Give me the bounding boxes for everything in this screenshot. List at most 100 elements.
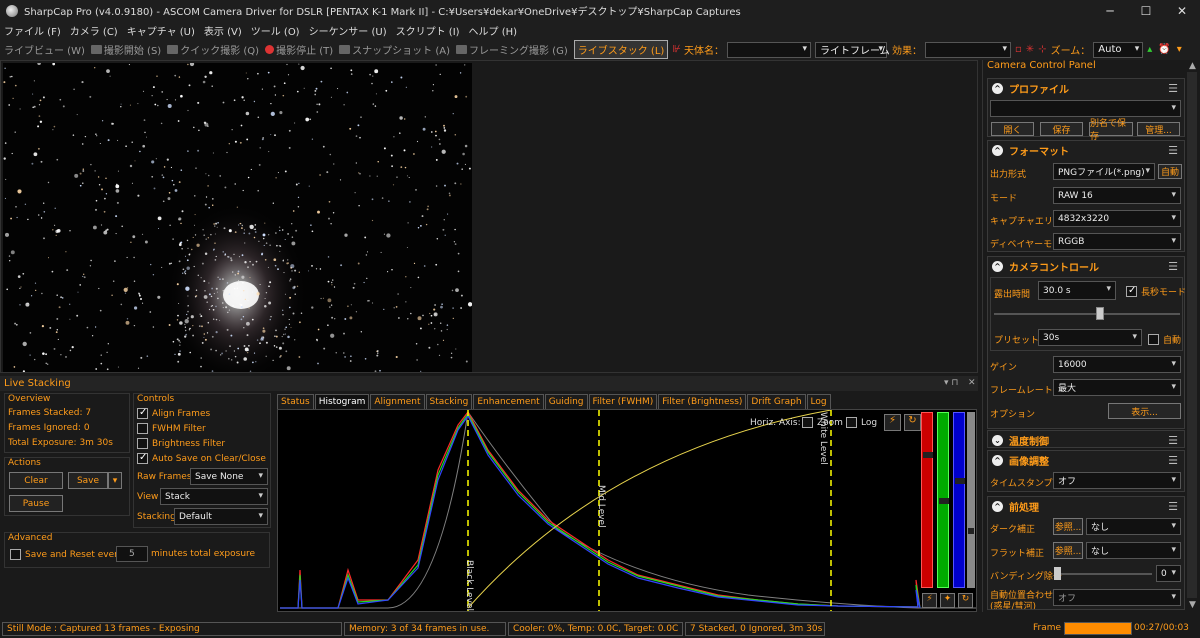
target-select[interactable] [727,41,812,58]
tab-stacking[interactable]: Stacking [425,394,473,409]
luminance-level-bar[interactable] [967,412,975,588]
panel-scrollbar[interactable] [1187,72,1197,598]
debayer-select[interactable]: RGGB [1053,233,1181,250]
profile-manage-button[interactable]: 管理... [1137,122,1180,136]
snapshot-button[interactable]: スナップショット (A) [339,42,450,57]
minutes-spinner[interactable]: 5 [116,546,148,562]
panel-scroll-up-icon[interactable]: ▲ [1189,61,1196,71]
banding-input[interactable]: 0 [1156,565,1181,582]
crosshair-icon[interactable]: ⊹ [1038,44,1046,55]
auto-align-select[interactable]: オフ [1053,589,1181,606]
menu-capture[interactable]: キャプチャ (U) [127,23,195,38]
dark-select[interactable]: なし [1086,518,1181,535]
stacking-select[interactable]: Default [174,508,268,525]
banding-slider-thumb[interactable] [1054,567,1061,580]
menu-camera[interactable]: カメラ (C) [70,23,118,38]
reset-stretch-button[interactable]: ↻ [904,414,921,431]
menu-icon[interactable]: ☰ [1168,260,1178,273]
output-format-select[interactable]: PNGファイル(*.png) [1053,163,1155,180]
histogram-display[interactable]: Horiz. Axis: Zoom Log ⚡ ↻ Black Level Mi… [277,409,977,612]
view-select[interactable]: Stack [160,488,268,505]
exposure-input[interactable]: 30.0 s [1038,281,1116,300]
align-frames-checkbox[interactable]: Align Frames [137,407,210,419]
tab-drift-graph[interactable]: Drift Graph [747,394,806,409]
minimize-button[interactable]: ─ [1092,0,1128,21]
save-dropdown-button[interactable]: ▾ [108,472,122,489]
blue-level-handle[interactable] [955,478,965,484]
reticle-icon[interactable]: ✳ [1026,44,1034,55]
profile-open-button[interactable]: 開く [991,122,1034,136]
tab-log[interactable]: Log [806,394,831,409]
pause-button[interactable]: Pause [9,495,63,512]
profile-header[interactable]: ^ プロファイル ☰ [988,79,1184,97]
quick-capture-button[interactable]: クイック撮影 (Q) [167,42,259,57]
camera-controls-header[interactable]: ^ カメラコントロール ☰ [988,257,1184,275]
save-reset-checkbox[interactable]: Save and Reset every [10,549,123,560]
panel-scroll-down-icon[interactable]: ▼ [1189,600,1196,610]
maximize-button[interactable]: ☐ [1128,0,1164,21]
auto-stretch-button[interactable]: ⚡ [884,414,901,431]
raw-frames-select[interactable]: Save None [190,468,268,485]
long-exposure-checkbox[interactable]: 長秒モード [1126,285,1186,298]
menu-file[interactable]: ファイル (F) [4,23,61,38]
stop-capture-button[interactable]: 撮影停止 (T) [265,42,333,57]
temperature-header[interactable]: ⌄ 温度制御 ☰ [988,431,1184,449]
live-view-button[interactable]: ライブビュー (W) [4,42,85,57]
panel-close-icon[interactable]: ✕ [968,378,976,388]
log-checkbox[interactable]: Log [846,417,877,428]
tab-histogram[interactable]: Histogram [314,394,370,409]
preset-select[interactable]: 30s [1038,329,1142,346]
mode-select[interactable]: RAW 16 [1053,187,1181,204]
flat-browse-button[interactable]: 参照... [1053,542,1083,559]
green-level-handle[interactable] [939,498,949,504]
flat-select[interactable]: なし [1086,542,1181,559]
tab-guiding[interactable]: Guiding [544,394,588,409]
gain-select[interactable]: 16000 [1053,356,1181,373]
menu-icon[interactable]: ☰ [1168,500,1178,513]
clear-button[interactable]: Clear [9,472,63,489]
menu-icon[interactable]: ☰ [1168,144,1178,157]
dark-browse-button[interactable]: 参照... [1053,518,1083,535]
rgb-reset-button[interactable]: ↻ [958,593,973,608]
effect-select[interactable] [925,41,1012,58]
menu-icon[interactable]: ☰ [1168,434,1178,447]
format-header[interactable]: ^ フォーマット ☰ [988,141,1184,159]
luminance-level-handle[interactable] [968,528,974,534]
menu-view[interactable]: 表示 (V) [204,23,242,38]
banding-slider-track[interactable] [1056,573,1152,575]
close-button[interactable]: ✕ [1164,0,1200,21]
panel-float-icon[interactable]: ▾ ⊓ [944,378,958,388]
profile-save-button[interactable]: 保存 [1040,122,1083,136]
red-level-handle[interactable] [923,452,933,458]
zoom-select[interactable]: Auto [1093,41,1144,58]
timestamp-select[interactable]: オフ [1053,472,1181,489]
tab-filter-fwhm[interactable]: Filter (FWHM) [588,394,658,409]
menu-scripting[interactable]: スクリプト (I) [396,23,460,38]
menu-tools[interactable]: ツール (O) [251,23,300,38]
image-controls-header[interactable]: ^ 画像調整 ☰ [988,451,1184,469]
menu-icon[interactable]: ☰ [1168,82,1178,95]
blue-level-bar[interactable] [953,412,965,588]
menu-sequencer[interactable]: シーケンサー (U) [309,23,387,38]
framing-button[interactable]: フレーミング撮影 (G) [456,42,568,57]
preprocessing-header[interactable]: ^ 前処理 ☰ [988,497,1184,515]
rgb-auto-button[interactable]: ⚡ [922,593,937,608]
tab-enhancement[interactable]: Enhancement [473,394,544,409]
histogram-icon[interactable]: ▴ [1147,44,1152,55]
exposure-slider-track[interactable] [994,313,1180,315]
frame-type-select[interactable]: ライトフレーム [815,41,890,58]
red-level-bar[interactable] [921,412,933,588]
profile-select[interactable] [990,100,1181,117]
menu-help[interactable]: ヘルプ (H) [469,23,518,38]
menu-icon[interactable]: ☰ [1168,454,1178,467]
roi-icon[interactable]: ▫ [1015,44,1022,55]
save-button[interactable]: Save [68,472,108,489]
auto-exposure-checkbox[interactable]: 自動 [1148,333,1181,346]
autosave-checkbox[interactable]: Auto Save on Clear/Close [137,452,266,464]
tab-filter-brightness[interactable]: Filter (Brightness) [658,394,747,409]
image-viewer[interactable] [0,60,978,373]
live-stack-button[interactable]: ライブスタック (L) [573,40,669,59]
profile-save-as-button[interactable]: 別名で保存 [1089,119,1133,142]
tab-status[interactable]: Status [277,394,314,409]
fwhm-filter-checkbox[interactable]: FWHM Filter [137,423,206,434]
